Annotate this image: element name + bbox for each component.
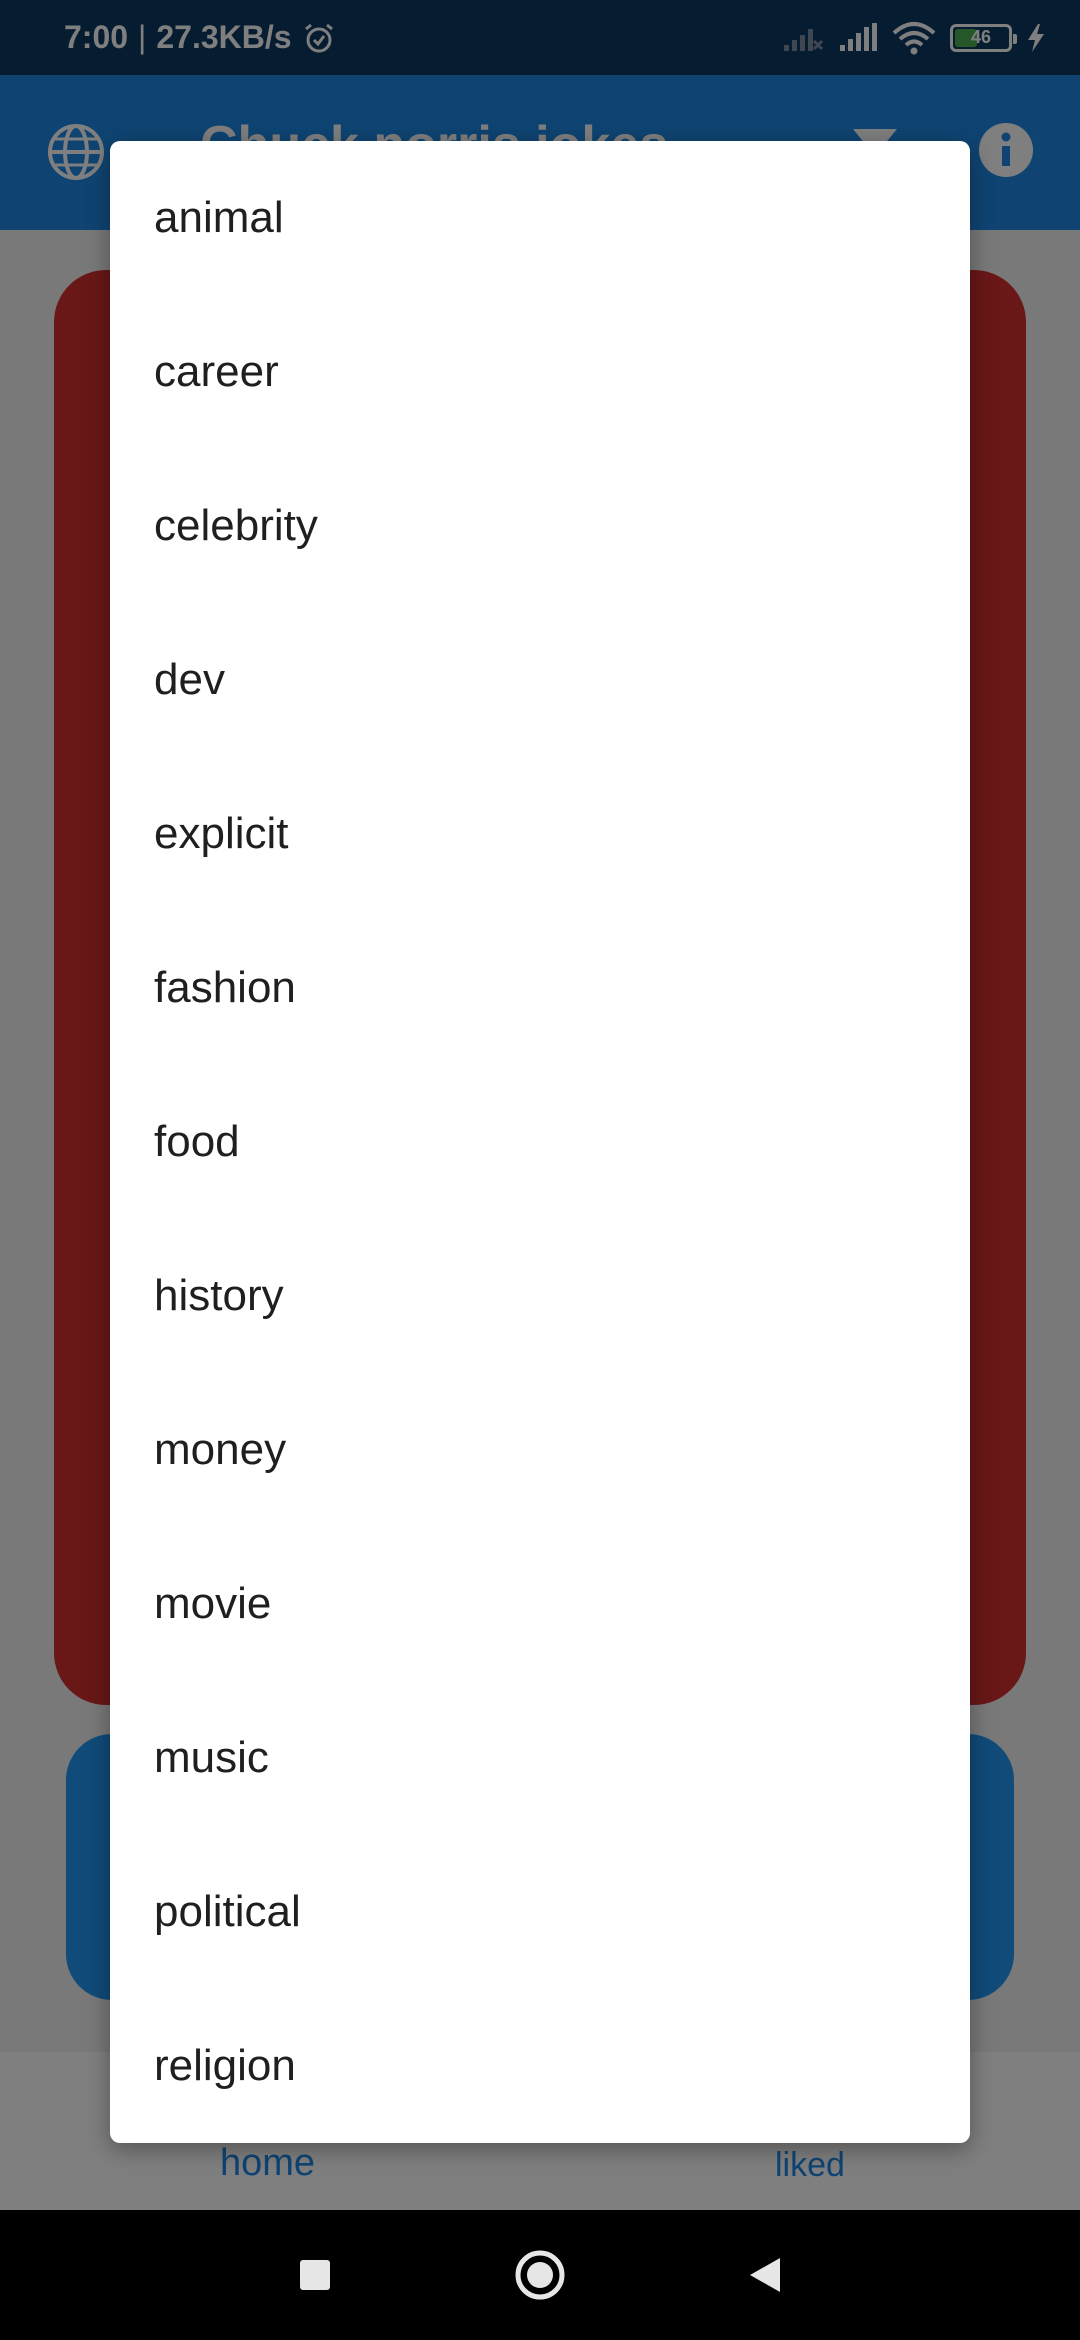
recent-apps-icon[interactable]: [285, 2210, 345, 2340]
menu-item-movie[interactable]: movie: [110, 1527, 970, 1681]
back-triangle-icon[interactable]: [735, 2210, 795, 2340]
menu-item-money[interactable]: money: [110, 1373, 970, 1527]
menu-item-music[interactable]: music: [110, 1681, 970, 1835]
menu-item-career[interactable]: career: [110, 295, 970, 449]
screen: 7:00 | 27.3KB/s: [0, 0, 1080, 2340]
category-dropdown-menu: animal career celebrity dev explicit fas…: [110, 141, 970, 2143]
menu-item-food[interactable]: food: [110, 1065, 970, 1219]
menu-item-religion[interactable]: religion: [110, 1989, 970, 2143]
menu-item-celebrity[interactable]: celebrity: [110, 449, 970, 603]
home-circle-icon[interactable]: [510, 2210, 570, 2340]
menu-item-political[interactable]: political: [110, 1835, 970, 1989]
menu-item-fashion[interactable]: fashion: [110, 911, 970, 1065]
menu-item-dev[interactable]: dev: [110, 603, 970, 757]
menu-item-animal[interactable]: animal: [110, 141, 970, 295]
system-nav-bar: [0, 2210, 1080, 2340]
menu-item-history[interactable]: history: [110, 1219, 970, 1373]
menu-item-explicit[interactable]: explicit: [110, 757, 970, 911]
